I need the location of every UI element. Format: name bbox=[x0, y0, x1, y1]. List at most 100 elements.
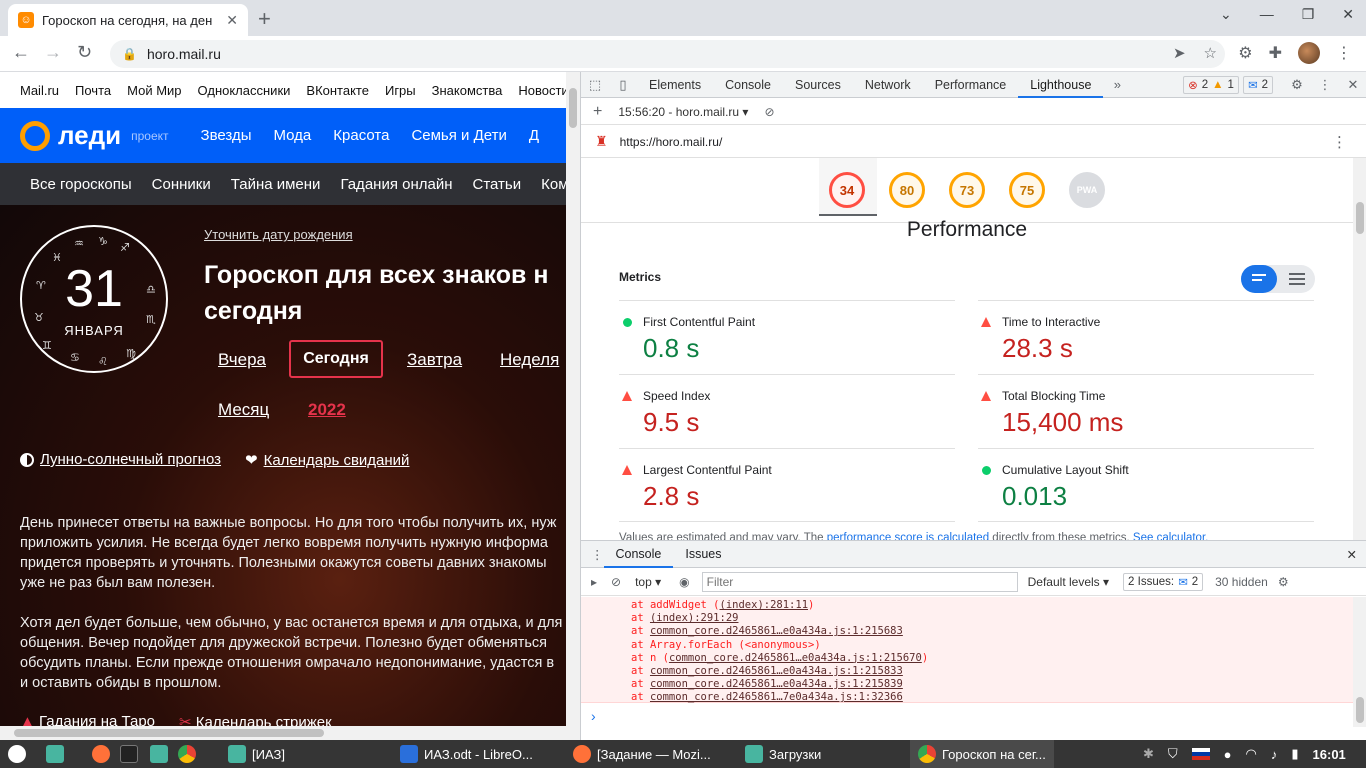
year-link[interactable]: 2022 bbox=[308, 400, 346, 420]
tomorrow-link[interactable]: Завтра bbox=[407, 350, 462, 370]
firefox-launcher[interactable] bbox=[92, 740, 110, 768]
today-button[interactable]: Сегодня bbox=[289, 340, 383, 378]
tab-elements[interactable]: Elements bbox=[637, 72, 713, 98]
page-horizontal-scrollbar[interactable] bbox=[0, 726, 566, 740]
clock[interactable]: 16:01 bbox=[1313, 747, 1346, 762]
nav-link[interactable]: Красота bbox=[333, 127, 389, 144]
sidebar-toggle-icon[interactable]: ▸ bbox=[591, 575, 597, 589]
tab-network[interactable]: Network bbox=[853, 72, 923, 98]
performance-score-gauge[interactable]: 34 bbox=[829, 172, 865, 208]
settings-gear-icon[interactable]: ⚙ bbox=[1283, 77, 1311, 93]
nav-link[interactable]: Мода bbox=[274, 127, 312, 144]
taskbar-item[interactable]: ИАЗ.odt - LibreO... bbox=[400, 740, 533, 768]
portal-link[interactable]: Mail.ru bbox=[20, 83, 59, 98]
reload-icon[interactable]: ↻ bbox=[77, 42, 92, 63]
console-prompt-icon[interactable]: › bbox=[591, 708, 596, 724]
category-link[interactable]: Гадания онлайн bbox=[340, 176, 452, 193]
back-icon[interactable]: ← bbox=[12, 42, 30, 63]
portal-link[interactable]: Почта bbox=[75, 83, 111, 98]
tab-sources[interactable]: Sources bbox=[783, 72, 853, 98]
clear-icon[interactable]: ⊘ bbox=[764, 105, 774, 119]
scroll-thumb[interactable] bbox=[14, 729, 324, 737]
accessibility-score-gauge[interactable]: 80 bbox=[889, 172, 925, 208]
taskbar-item[interactable]: [ИАЗ] bbox=[228, 740, 285, 768]
minimize-icon[interactable]: — bbox=[1260, 6, 1274, 23]
nav-link[interactable]: Д bbox=[529, 127, 539, 144]
lock-icon[interactable]: 🔒 bbox=[122, 47, 137, 61]
browser-tab[interactable]: ☺ Гороскоп на сегодня, на ден ✕ bbox=[8, 4, 248, 36]
wifi-icon[interactable]: ◠ bbox=[1246, 746, 1257, 762]
calculator-link[interactable]: See calculator. bbox=[1133, 532, 1208, 540]
source-link[interactable]: common_core.d2465861…e0a434a.js:1:215670 bbox=[669, 652, 922, 664]
console-settings-icon[interactable]: ⚙ bbox=[1278, 575, 1289, 589]
expanded-view-icon[interactable] bbox=[1289, 273, 1305, 275]
shield-icon[interactable]: ⛉ bbox=[1168, 746, 1178, 762]
bookmark-star-icon[interactable]: ☆ bbox=[1204, 44, 1217, 62]
close-drawer-icon[interactable]: ✕ bbox=[1347, 547, 1357, 562]
tab-search-icon[interactable]: ⌄ bbox=[1220, 6, 1232, 23]
category-link[interactable]: Сонники bbox=[152, 176, 211, 193]
pwa-gauge[interactable]: PWA bbox=[1069, 172, 1105, 208]
extensions-puzzle-icon[interactable]: ✚ bbox=[1269, 43, 1282, 63]
portal-link[interactable]: Новости bbox=[518, 83, 566, 98]
seo-score-gauge[interactable]: 75 bbox=[1009, 172, 1045, 208]
close-devtools-icon[interactable]: ✕ bbox=[1339, 77, 1366, 93]
page-vertical-scrollbar[interactable] bbox=[566, 72, 580, 740]
report-menu-icon[interactable]: ⋮ bbox=[1332, 133, 1347, 151]
compact-view-icon[interactable] bbox=[1241, 265, 1277, 293]
scroll-thumb[interactable] bbox=[569, 88, 577, 128]
context-selector[interactable]: top ▾ bbox=[635, 575, 661, 589]
inspect-icon[interactable]: ⬚ bbox=[581, 77, 609, 93]
maximize-icon[interactable]: ❐ bbox=[1302, 6, 1315, 23]
source-link[interactable]: (index):291:29 bbox=[650, 612, 739, 624]
ledi-logo[interactable]: леди bbox=[20, 120, 121, 151]
yesterday-link[interactable]: Вчера bbox=[218, 350, 266, 370]
close-window-icon[interactable]: ✕ bbox=[1342, 6, 1354, 23]
week-link[interactable]: Неделя bbox=[500, 350, 559, 370]
taskbar-item-active[interactable]: Гороскоп на сег... bbox=[910, 740, 1054, 768]
address-bar[interactable]: 🔒 horo.mail.ru ➤ ☆ bbox=[110, 40, 1225, 68]
console-filter-input[interactable]: Filter bbox=[701, 571, 1018, 592]
category-link[interactable]: Все гороскопы bbox=[30, 176, 132, 193]
lunar-forecast-link[interactable]: Лунно-солнечный прогноз bbox=[20, 451, 221, 468]
issues-button[interactable]: 2 Issues: ✉ 2 bbox=[1123, 572, 1204, 591]
send-icon[interactable]: ➤ bbox=[1173, 44, 1186, 62]
show-desktop-button[interactable] bbox=[46, 740, 64, 768]
source-link[interactable]: common_core.d2465861…e0a434a.js:1:215833 bbox=[650, 665, 903, 677]
category-link[interactable]: Тайна имени bbox=[231, 176, 321, 193]
nav-link[interactable]: Звезды bbox=[201, 127, 252, 144]
drawer-menu-icon[interactable]: ⋮ bbox=[591, 547, 604, 562]
portal-link[interactable]: Мой Мир bbox=[127, 83, 181, 98]
error-warning-counter[interactable]: ⊗ 2 ▲ 1 bbox=[1183, 75, 1239, 94]
portal-link[interactable]: Одноклассники bbox=[198, 83, 291, 98]
console-scrollbar[interactable] bbox=[1353, 597, 1366, 727]
report-selector[interactable]: 15:56:20 - horo.mail.ru ▾ bbox=[618, 105, 748, 119]
report-url[interactable]: https://horo.mail.ru/ bbox=[620, 135, 723, 149]
issues-counter[interactable]: ✉ 2 bbox=[1242, 75, 1273, 94]
taskbar-item[interactable]: [Задание — Mozi... bbox=[573, 740, 711, 768]
log-levels-dropdown[interactable]: Default levels ▾ bbox=[1028, 575, 1109, 589]
source-link[interactable]: (index):281:11 bbox=[720, 599, 809, 611]
scroll-thumb[interactable] bbox=[1356, 697, 1364, 723]
clarify-birthdate-link[interactable]: Уточнить дату рождения bbox=[204, 227, 353, 242]
scroll-thumb[interactable] bbox=[1356, 202, 1364, 234]
menu-kebab-icon[interactable]: ⋮ bbox=[1336, 43, 1352, 63]
device-toolbar-icon[interactable]: ▯ bbox=[609, 77, 637, 93]
category-link[interactable]: Ком bbox=[541, 176, 566, 193]
more-tabs-icon[interactable]: » bbox=[1103, 77, 1131, 92]
month-link[interactable]: Месяц bbox=[218, 400, 269, 420]
live-expression-eye-icon[interactable]: ◉ bbox=[679, 575, 689, 589]
category-link[interactable]: Статьи bbox=[473, 176, 522, 193]
best-practices-score-gauge[interactable]: 73 bbox=[949, 172, 985, 208]
dating-calendar-link[interactable]: ❤ Календарь свиданий bbox=[245, 451, 409, 470]
metrics-view-toggle[interactable] bbox=[1241, 265, 1315, 293]
source-link[interactable]: common_core.d2465861…7e0a434a.js:1:32366 bbox=[650, 691, 903, 703]
battery-icon[interactable]: ▮ bbox=[1291, 746, 1298, 762]
extension-gear-icon[interactable]: ⚙ bbox=[1238, 43, 1252, 63]
close-tab-icon[interactable]: ✕ bbox=[226, 12, 238, 29]
taskbar-item[interactable]: Загрузки bbox=[745, 740, 821, 768]
profile-avatar[interactable] bbox=[1298, 42, 1320, 64]
chrome-launcher[interactable] bbox=[178, 740, 196, 768]
files-launcher[interactable] bbox=[150, 740, 168, 768]
drawer-tab-issues[interactable]: Issues bbox=[673, 541, 733, 568]
